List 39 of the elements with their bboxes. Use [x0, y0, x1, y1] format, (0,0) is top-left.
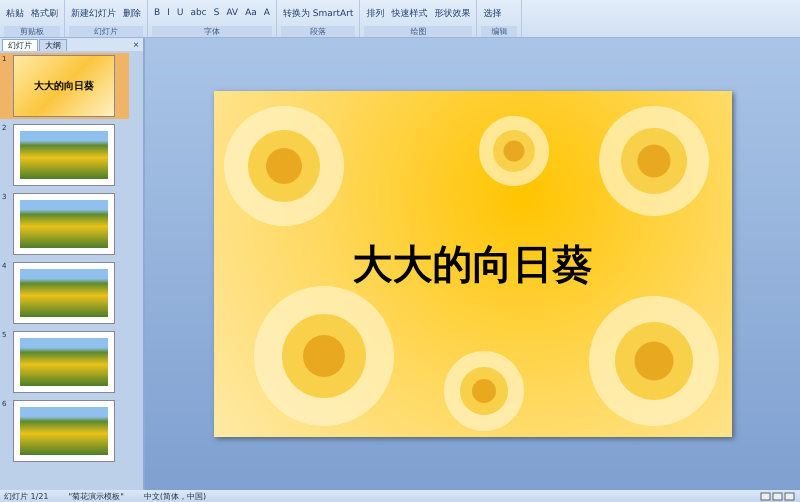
close-button[interactable]: × [129, 40, 143, 51]
ribbon-command[interactable]: 删除 [121, 6, 143, 20]
slide-thumbnail[interactable] [13, 124, 115, 186]
status-text: 幻灯片 1/21 [4, 490, 49, 502]
slide-thumbnail[interactable] [13, 400, 115, 462]
ribbon-command[interactable]: 转换为 SmartArt [280, 6, 356, 20]
ribbon-command[interactable]: AV [224, 8, 240, 18]
status-text: 中文(简体，中国) [144, 490, 206, 502]
slide-thumbnail[interactable]: 大大的向日葵 [13, 55, 115, 117]
slide-title: 大大的向日葵 [352, 240, 592, 290]
ribbon-group-label: 字体 [152, 26, 272, 37]
ribbon-command[interactable]: A [262, 8, 272, 18]
ribbon-command[interactable]: I [165, 8, 172, 18]
ribbon-command[interactable]: Aa [243, 8, 259, 18]
panel-tab[interactable]: 幻灯片 [2, 39, 38, 51]
slide-thumbnail[interactable] [13, 331, 115, 393]
ribbon-group-label: 幻灯片 [69, 26, 143, 37]
ribbon-command[interactable]: abc [188, 8, 209, 18]
ribbon-command[interactable]: 格式刷 [29, 6, 60, 20]
slide-thumbnail[interactable] [13, 262, 115, 324]
view-buttons-icon[interactable] [760, 492, 796, 500]
ribbon-group-label: 绘图 [364, 26, 472, 37]
ribbon-command[interactable]: 选择 [481, 6, 504, 20]
ribbon-command[interactable]: 新建幻灯片 [69, 6, 118, 20]
ribbon-command[interactable]: 排列 [364, 6, 386, 20]
status-text: "菊花演示模板" [68, 490, 124, 502]
flower-drawing [478, 116, 548, 186]
ribbon-command[interactable]: 形状效果 [432, 6, 472, 20]
panel-tab[interactable]: 大纲 [39, 39, 67, 51]
ribbon-command[interactable]: B [152, 8, 162, 18]
ribbon-group-label: 编辑 [481, 26, 518, 37]
ribbon-group-label: 剪贴板 [4, 26, 60, 37]
slide-thumbnail-title: 大大的向日葵 [34, 80, 94, 93]
ribbon-command[interactable]: U [174, 8, 186, 18]
slide-thumbnail[interactable] [13, 193, 115, 255]
ribbon-group-label: 段落 [280, 26, 356, 37]
ribbon-command[interactable]: S [212, 8, 222, 18]
ribbon-command[interactable]: 快速样式 [389, 6, 430, 20]
ribbon-command[interactable]: 粘贴 [4, 6, 26, 20]
